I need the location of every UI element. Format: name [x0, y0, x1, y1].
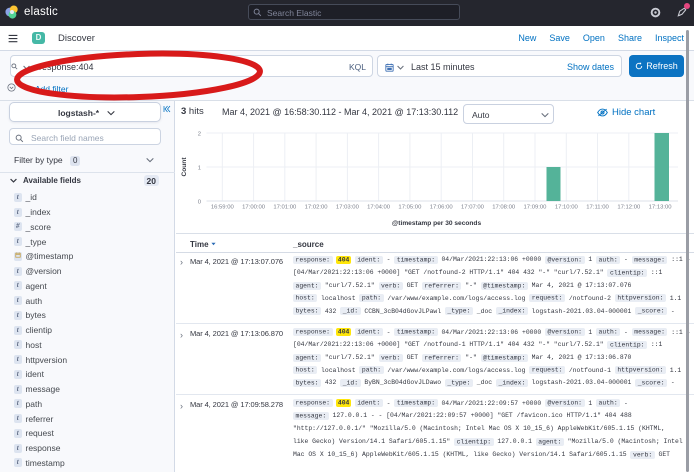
svg-text:17:10:00: 17:10:00: [555, 205, 579, 211]
svg-text:17:03:00: 17:03:00: [336, 205, 360, 211]
svg-text:17:12:00: 17:12:00: [617, 205, 641, 211]
svg-text:16:59:00: 16:59:00: [211, 205, 235, 211]
svg-text:17:11:00: 17:11:00: [586, 205, 609, 211]
svg-text:17:00:00: 17:00:00: [242, 205, 266, 211]
svg-text:17:04:00: 17:04:00: [367, 205, 391, 211]
svg-text:17:08:00: 17:08:00: [492, 205, 516, 211]
svg-text:17:05:00: 17:05:00: [398, 205, 422, 211]
svg-text:1: 1: [198, 166, 201, 172]
svg-text:17:06:00: 17:06:00: [430, 205, 454, 211]
svg-text:2: 2: [198, 132, 201, 138]
svg-text:17:07:00: 17:07:00: [461, 205, 485, 211]
svg-text:@timestamp per 30 seconds: @timestamp per 30 seconds: [392, 220, 482, 227]
svg-text:17:09:00: 17:09:00: [524, 205, 548, 211]
svg-text:17:01:00: 17:01:00: [273, 205, 297, 211]
svg-text:17:02:00: 17:02:00: [305, 205, 329, 211]
svg-text:17:13:00: 17:13:00: [649, 205, 673, 211]
svg-text:0: 0: [198, 200, 202, 206]
svg-text:Count: Count: [181, 157, 188, 177]
